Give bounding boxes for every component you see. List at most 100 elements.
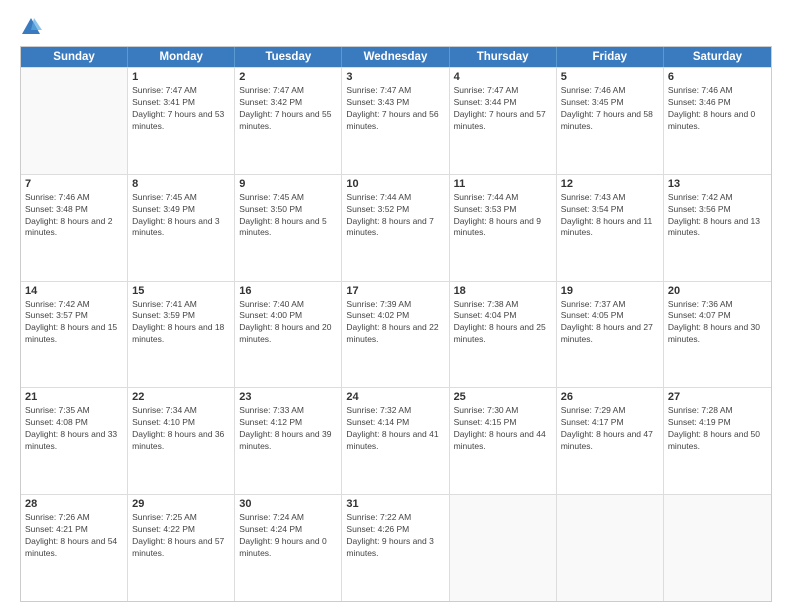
day-number: 19	[561, 285, 659, 297]
calendar-cell: 18 Sunrise: 7:38 AM Sunset: 4:04 PM Dayli…	[450, 282, 557, 388]
day-number: 31	[346, 498, 444, 510]
cell-sun-info: Sunrise: 7:46 AM Sunset: 3:48 PM Dayligh…	[25, 192, 123, 240]
calendar-header-row: SundayMondayTuesdayWednesdayThursdayFrid…	[21, 47, 771, 67]
calendar-cell: 14 Sunrise: 7:42 AM Sunset: 3:57 PM Dayli…	[21, 282, 128, 388]
cell-sun-info: Sunrise: 7:32 AM Sunset: 4:14 PM Dayligh…	[346, 405, 444, 453]
cell-sun-info: Sunrise: 7:34 AM Sunset: 4:10 PM Dayligh…	[132, 405, 230, 453]
calendar-header-cell: Wednesday	[342, 47, 449, 67]
calendar-row: 21Sunrise: 7:35 AM Sunset: 4:08 PM Dayli…	[21, 387, 771, 494]
calendar-cell: 24 Sunrise: 7:32 AM Sunset: 4:14 PM Dayli…	[342, 388, 449, 494]
calendar-cell: 25 Sunrise: 7:30 AM Sunset: 4:15 PM Dayli…	[450, 388, 557, 494]
calendar-header-cell: Friday	[557, 47, 664, 67]
day-number: 5	[561, 71, 659, 83]
calendar-cell: 22 Sunrise: 7:34 AM Sunset: 4:10 PM Dayli…	[128, 388, 235, 494]
day-number: 7	[25, 178, 123, 190]
cell-sun-info: Sunrise: 7:22 AM Sunset: 4:26 PM Dayligh…	[346, 512, 444, 560]
cell-sun-info: Sunrise: 7:39 AM Sunset: 4:02 PM Dayligh…	[346, 299, 444, 347]
calendar-row: 14 Sunrise: 7:42 AM Sunset: 3:57 PM Dayli…	[21, 281, 771, 388]
calendar-cell: 4 Sunrise: 7:47 AM Sunset: 3:44 PM Daylig…	[450, 68, 557, 174]
calendar: SundayMondayTuesdayWednesdayThursdayFrid…	[20, 46, 772, 602]
day-number: 24	[346, 391, 444, 403]
calendar-cell: 6 Sunrise: 7:46 AM Sunset: 3:46 PM Daylig…	[664, 68, 771, 174]
calendar-body: 1Sunrise: 7:47 AM Sunset: 3:41 PM Daylig…	[21, 67, 771, 601]
cell-sun-info: Sunrise: 7:30 AM Sunset: 4:15 PM Dayligh…	[454, 405, 552, 453]
calendar-cell: 31 Sunrise: 7:22 AM Sunset: 4:26 PM Dayli…	[342, 495, 449, 601]
calendar-cell: 1Sunrise: 7:47 AM Sunset: 3:41 PM Daylig…	[128, 68, 235, 174]
calendar-cell: 21Sunrise: 7:35 AM Sunset: 4:08 PM Dayli…	[21, 388, 128, 494]
day-number: 18	[454, 285, 552, 297]
cell-sun-info: Sunrise: 7:40 AM Sunset: 4:00 PM Dayligh…	[239, 299, 337, 347]
calendar-row: 28Sunrise: 7:26 AM Sunset: 4:21 PM Dayli…	[21, 494, 771, 601]
cell-sun-info: Sunrise: 7:47 AM Sunset: 3:44 PM Dayligh…	[454, 85, 552, 133]
calendar-cell: 15Sunrise: 7:41 AM Sunset: 3:59 PM Dayli…	[128, 282, 235, 388]
logo	[20, 16, 46, 38]
calendar-cell: 26 Sunrise: 7:29 AM Sunset: 4:17 PM Dayli…	[557, 388, 664, 494]
day-number: 22	[132, 391, 230, 403]
day-number: 9	[239, 178, 337, 190]
cell-sun-info: Sunrise: 7:38 AM Sunset: 4:04 PM Dayligh…	[454, 299, 552, 347]
day-number: 23	[239, 391, 337, 403]
day-number: 6	[668, 71, 767, 83]
day-number: 25	[454, 391, 552, 403]
day-number: 13	[668, 178, 767, 190]
day-number: 2	[239, 71, 337, 83]
header	[20, 16, 772, 38]
logo-icon	[20, 16, 42, 38]
day-number: 8	[132, 178, 230, 190]
day-number: 3	[346, 71, 444, 83]
cell-sun-info: Sunrise: 7:47 AM Sunset: 3:43 PM Dayligh…	[346, 85, 444, 133]
cell-sun-info: Sunrise: 7:43 AM Sunset: 3:54 PM Dayligh…	[561, 192, 659, 240]
cell-sun-info: Sunrise: 7:41 AM Sunset: 3:59 PM Dayligh…	[132, 299, 230, 347]
calendar-header-cell: Sunday	[21, 47, 128, 67]
calendar-cell: 27 Sunrise: 7:28 AM Sunset: 4:19 PM Dayli…	[664, 388, 771, 494]
day-number: 27	[668, 391, 767, 403]
day-number: 29	[132, 498, 230, 510]
cell-sun-info: Sunrise: 7:42 AM Sunset: 3:56 PM Dayligh…	[668, 192, 767, 240]
calendar-cell: 29Sunrise: 7:25 AM Sunset: 4:22 PM Dayli…	[128, 495, 235, 601]
calendar-header-cell: Thursday	[450, 47, 557, 67]
calendar-cell	[557, 495, 664, 601]
day-number: 20	[668, 285, 767, 297]
calendar-cell: 30Sunrise: 7:24 AM Sunset: 4:24 PM Dayli…	[235, 495, 342, 601]
calendar-cell: 28Sunrise: 7:26 AM Sunset: 4:21 PM Dayli…	[21, 495, 128, 601]
calendar-cell: 2Sunrise: 7:47 AM Sunset: 3:42 PM Daylig…	[235, 68, 342, 174]
cell-sun-info: Sunrise: 7:46 AM Sunset: 3:45 PM Dayligh…	[561, 85, 659, 133]
day-number: 17	[346, 285, 444, 297]
page: SundayMondayTuesdayWednesdayThursdayFrid…	[0, 0, 792, 612]
calendar-cell: 13 Sunrise: 7:42 AM Sunset: 3:56 PM Dayli…	[664, 175, 771, 281]
cell-sun-info: Sunrise: 7:35 AM Sunset: 4:08 PM Dayligh…	[25, 405, 123, 453]
calendar-cell	[664, 495, 771, 601]
day-number: 4	[454, 71, 552, 83]
cell-sun-info: Sunrise: 7:45 AM Sunset: 3:50 PM Dayligh…	[239, 192, 337, 240]
day-number: 26	[561, 391, 659, 403]
day-number: 28	[25, 498, 123, 510]
calendar-cell: 9 Sunrise: 7:45 AM Sunset: 3:50 PM Daylig…	[235, 175, 342, 281]
day-number: 10	[346, 178, 444, 190]
cell-sun-info: Sunrise: 7:29 AM Sunset: 4:17 PM Dayligh…	[561, 405, 659, 453]
cell-sun-info: Sunrise: 7:47 AM Sunset: 3:41 PM Dayligh…	[132, 85, 230, 133]
day-number: 11	[454, 178, 552, 190]
cell-sun-info: Sunrise: 7:42 AM Sunset: 3:57 PM Dayligh…	[25, 299, 123, 347]
calendar-cell: 10 Sunrise: 7:44 AM Sunset: 3:52 PM Dayli…	[342, 175, 449, 281]
calendar-cell: 5 Sunrise: 7:46 AM Sunset: 3:45 PM Daylig…	[557, 68, 664, 174]
cell-sun-info: Sunrise: 7:44 AM Sunset: 3:52 PM Dayligh…	[346, 192, 444, 240]
cell-sun-info: Sunrise: 7:24 AM Sunset: 4:24 PM Dayligh…	[239, 512, 337, 560]
cell-sun-info: Sunrise: 7:36 AM Sunset: 4:07 PM Dayligh…	[668, 299, 767, 347]
cell-sun-info: Sunrise: 7:28 AM Sunset: 4:19 PM Dayligh…	[668, 405, 767, 453]
calendar-header-cell: Saturday	[664, 47, 771, 67]
calendar-cell: 8 Sunrise: 7:45 AM Sunset: 3:49 PM Daylig…	[128, 175, 235, 281]
cell-sun-info: Sunrise: 7:37 AM Sunset: 4:05 PM Dayligh…	[561, 299, 659, 347]
day-number: 14	[25, 285, 123, 297]
calendar-header-cell: Tuesday	[235, 47, 342, 67]
calendar-cell: 12 Sunrise: 7:43 AM Sunset: 3:54 PM Dayli…	[557, 175, 664, 281]
calendar-row: 1Sunrise: 7:47 AM Sunset: 3:41 PM Daylig…	[21, 67, 771, 174]
cell-sun-info: Sunrise: 7:45 AM Sunset: 3:49 PM Dayligh…	[132, 192, 230, 240]
calendar-cell: 23Sunrise: 7:33 AM Sunset: 4:12 PM Dayli…	[235, 388, 342, 494]
cell-sun-info: Sunrise: 7:46 AM Sunset: 3:46 PM Dayligh…	[668, 85, 767, 133]
day-number: 12	[561, 178, 659, 190]
cell-sun-info: Sunrise: 7:44 AM Sunset: 3:53 PM Dayligh…	[454, 192, 552, 240]
calendar-cell: 16Sunrise: 7:40 AM Sunset: 4:00 PM Dayli…	[235, 282, 342, 388]
calendar-cell	[21, 68, 128, 174]
calendar-cell: 3 Sunrise: 7:47 AM Sunset: 3:43 PM Daylig…	[342, 68, 449, 174]
calendar-cell: 11 Sunrise: 7:44 AM Sunset: 3:53 PM Dayli…	[450, 175, 557, 281]
